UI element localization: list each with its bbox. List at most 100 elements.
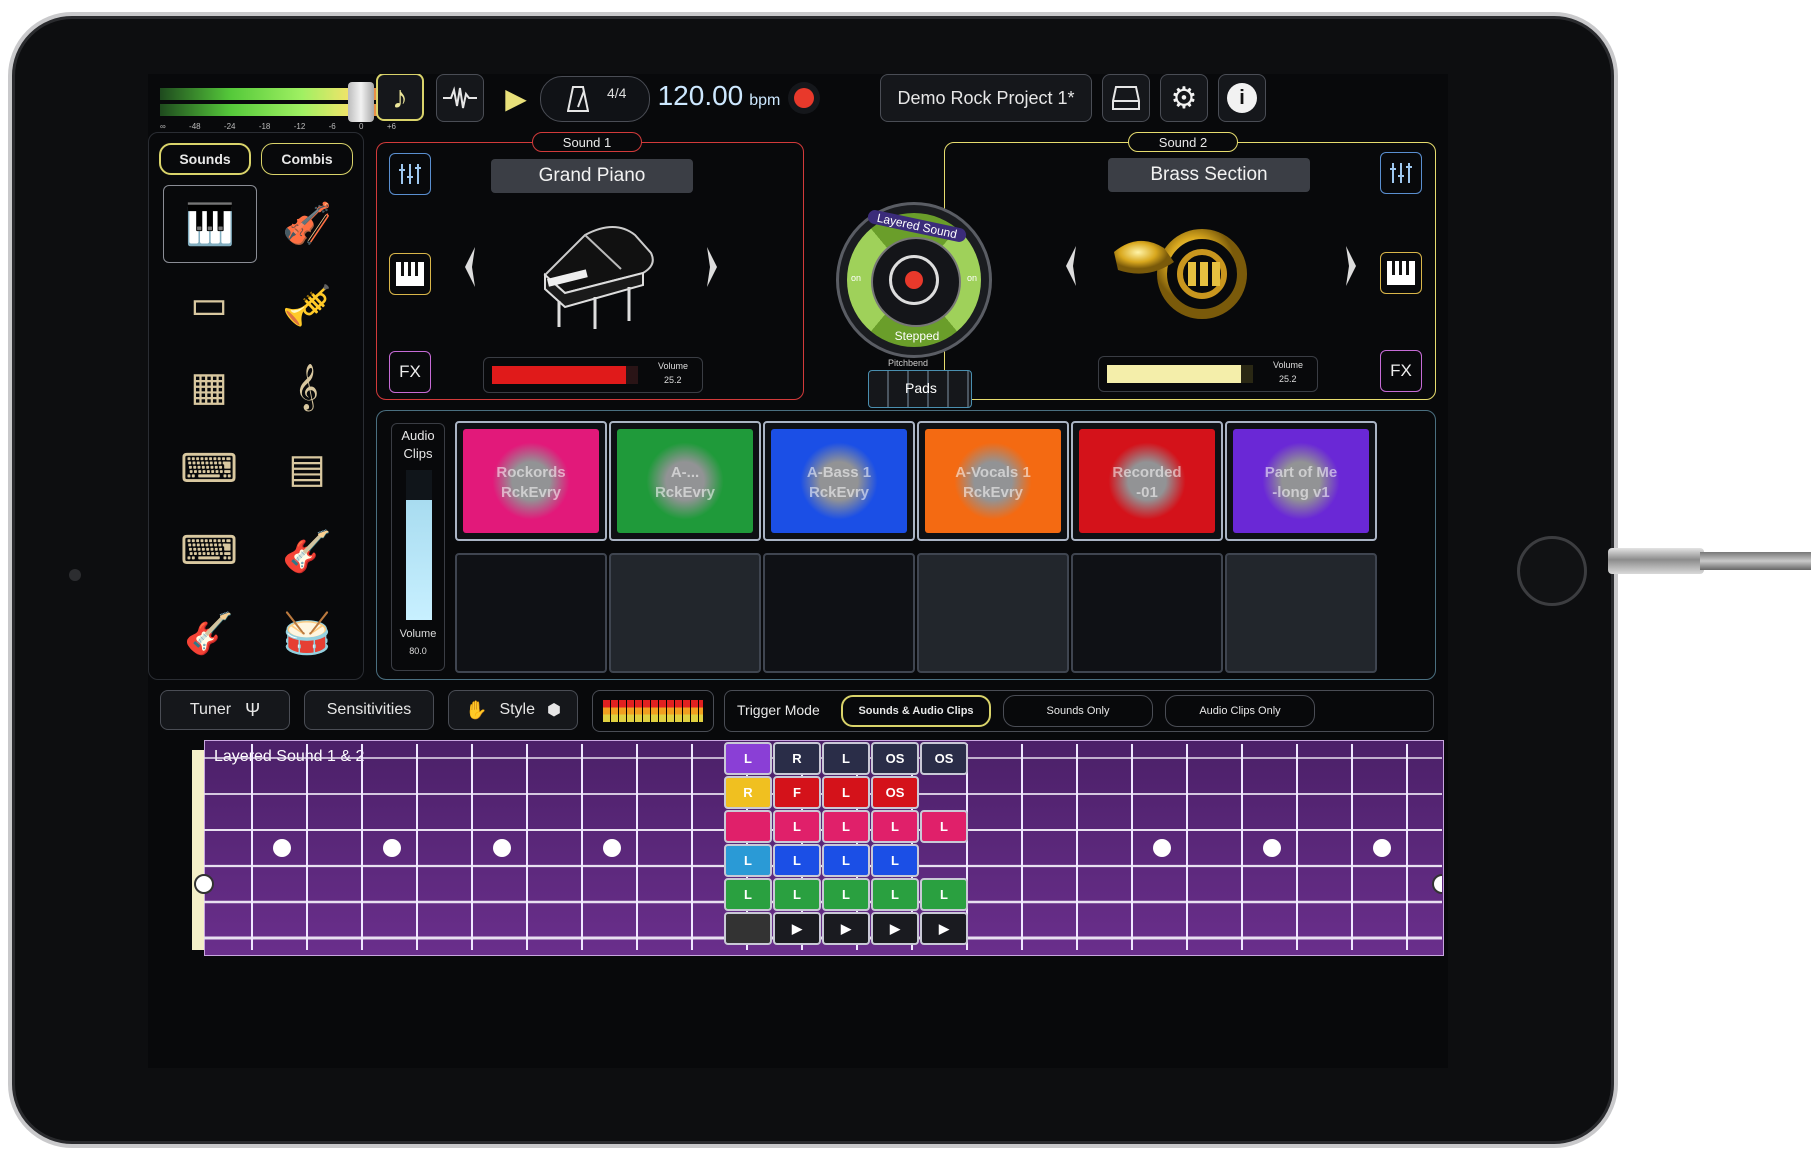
prev-sound-button[interactable]	[463, 247, 477, 287]
clip-pad[interactable]: A-... RckEvry	[609, 421, 761, 541]
home-button[interactable]	[1517, 536, 1587, 606]
clip-pad-label: A-Bass 1 RckEvry	[806, 464, 872, 501]
instrument-electric-guitar[interactable]: 🎸	[261, 513, 353, 589]
fx-button[interactable]: FX	[389, 351, 431, 393]
record-button[interactable]	[788, 82, 820, 114]
empty-clip-pad[interactable]	[763, 553, 915, 673]
storage-button[interactable]	[1102, 74, 1150, 122]
empty-clip-pad[interactable]	[1225, 553, 1377, 673]
trigger-cell[interactable]	[724, 912, 772, 945]
trigger-cell[interactable]: L	[822, 776, 870, 809]
instrument-vibraphone[interactable]: ▤	[261, 431, 353, 507]
clip-pad[interactable]: Part of Me -long v1	[1225, 421, 1377, 541]
trigger-cell[interactable]: R	[773, 742, 821, 775]
trigger-cell[interactable]: L	[920, 810, 968, 843]
trigger-cell[interactable]	[920, 776, 968, 809]
trigger-cell[interactable]: ▶	[920, 912, 968, 945]
style-button[interactable]: ✋ Style ⬢	[448, 690, 578, 730]
instrument-woodwinds[interactable]: 𝄞	[261, 349, 353, 425]
music-note-icon: ♪	[392, 78, 408, 115]
mode-sounds-only[interactable]: Sounds Only	[1003, 695, 1153, 727]
cable	[1700, 552, 1811, 570]
trigger-cell[interactable]: L	[773, 878, 821, 911]
tempo-display[interactable]: 120.00 bpm	[654, 80, 784, 116]
trigger-cell[interactable]: L	[871, 810, 919, 843]
trigger-cell[interactable]: OS	[871, 776, 919, 809]
instrument-brass[interactable]: 🎺	[261, 267, 353, 343]
sound2-keyboard-icon[interactable]	[1380, 252, 1422, 294]
trigger-cell[interactable]: L	[822, 810, 870, 843]
mixer-icon[interactable]	[389, 153, 431, 195]
instrument-bass-guitar[interactable]: 🎸	[163, 595, 255, 671]
empty-clip-pad[interactable]	[609, 553, 761, 673]
pads-button[interactable]: Pads	[868, 370, 972, 408]
tuner-button[interactable]: Tuner Ψ	[160, 690, 290, 730]
empty-clip-pad[interactable]	[455, 553, 607, 673]
instrument-electric-piano[interactable]: ▭	[163, 267, 255, 343]
sound2-fx-button[interactable]: FX	[1380, 350, 1422, 392]
sensitivities-button[interactable]: Sensitivities	[304, 690, 434, 730]
trigger-cell[interactable]: OS	[871, 742, 919, 775]
empty-clip-pad[interactable]	[917, 553, 1069, 673]
trigger-cell[interactable]: L	[822, 742, 870, 775]
play-button[interactable]: ▶	[496, 74, 536, 122]
settings-button[interactable]: ⚙	[1160, 74, 1208, 122]
tab-sounds[interactable]: Sounds	[159, 143, 251, 175]
trigger-cell[interactable]: ▶	[822, 912, 870, 945]
mode-audio-clips-only[interactable]: Audio Clips Only	[1165, 695, 1315, 727]
project-name-button[interactable]: Demo Rock Project 1*	[880, 74, 1092, 122]
instrument-grand-piano[interactable]: 🎹	[163, 185, 257, 263]
clip-pad[interactable]: A-Bass 1 RckEvry	[763, 421, 915, 541]
trigger-cell[interactable]: L	[773, 810, 821, 843]
mode-sounds-and-clips[interactable]: Sounds & Audio Clips	[841, 695, 991, 727]
time-signature[interactable]: 4/4	[607, 85, 626, 101]
trigger-cell[interactable]	[724, 810, 772, 843]
sound2-next-button[interactable]	[1344, 246, 1358, 286]
trigger-cell[interactable]: ▶	[871, 912, 919, 945]
fretboard[interactable]: Layered Sound 1 & 2 L R L OS OS R F L OS L L L L L L L L…	[152, 740, 1444, 956]
meter-fader-handle[interactable]	[348, 82, 374, 122]
instrument-keyboard[interactable]: ⌨	[163, 513, 255, 589]
trigger-cell[interactable]: L	[724, 844, 772, 877]
music-note-button[interactable]: ♪	[376, 74, 424, 121]
trigger-cell[interactable]: R	[724, 776, 772, 809]
layer-dial[interactable]: Layered Sound Stepped on on	[836, 202, 992, 358]
sound-name-field[interactable]: Grand Piano	[491, 159, 693, 193]
info-button[interactable]: i	[1218, 74, 1266, 122]
trigger-cell[interactable]: L	[822, 844, 870, 877]
trigger-cell[interactable]: L	[871, 878, 919, 911]
sound2-name-field[interactable]: Brass Section	[1108, 158, 1310, 192]
instrument-violin[interactable]: 🎻	[261, 185, 353, 261]
clip-pad[interactable]: A-Vocals 1 RckEvry	[917, 421, 1069, 541]
trigger-cell[interactable]: F	[773, 776, 821, 809]
sound1-volume-slider[interactable]: Volume 25.2	[483, 357, 703, 393]
layer-center-button[interactable]	[889, 255, 939, 305]
trigger-cell[interactable]: L	[724, 878, 772, 911]
trigger-cell[interactable]: L	[871, 844, 919, 877]
instrument-synthesizer[interactable]: ⌨	[163, 431, 255, 507]
instrument-drum-kit[interactable]: 🥁	[261, 595, 353, 671]
trigger-cell[interactable]: L	[822, 878, 870, 911]
trigger-cell[interactable]: L	[773, 844, 821, 877]
keyboard-icon[interactable]	[389, 253, 431, 295]
trigger-cell[interactable]	[920, 844, 968, 877]
clips-volume-control[interactable]: Audio Clips Volume 80.0	[391, 423, 445, 671]
sound2-prev-button[interactable]	[1064, 246, 1078, 286]
tab-combis[interactable]: Combis	[261, 143, 353, 175]
level-grid-button[interactable]	[592, 690, 714, 732]
sound2-volume-slider[interactable]: Volume 25.2	[1098, 356, 1318, 392]
clip-pad[interactable]: Rockords RckEvry	[455, 421, 607, 541]
empty-clip-pad[interactable]	[1071, 553, 1223, 673]
trigger-cell[interactable]: L	[920, 878, 968, 911]
trigger-cell[interactable]: L	[724, 742, 772, 775]
sound2-tag: Sound 2	[1128, 132, 1238, 152]
next-sound-button[interactable]	[705, 247, 719, 287]
waveform-button[interactable]	[436, 74, 484, 122]
trigger-cell[interactable]: OS	[920, 742, 968, 775]
clip-pad[interactable]: Recorded -01	[1071, 421, 1223, 541]
instrument-organ[interactable]: ▦	[163, 349, 255, 425]
level-meter[interactable]: ∞ -48 -24 -18 -12 -6 0 +6	[160, 82, 404, 136]
sound2-mixer-icon[interactable]	[1380, 152, 1422, 194]
metronome-button[interactable]: 4/4	[540, 76, 650, 122]
trigger-cell[interactable]: ▶	[773, 912, 821, 945]
